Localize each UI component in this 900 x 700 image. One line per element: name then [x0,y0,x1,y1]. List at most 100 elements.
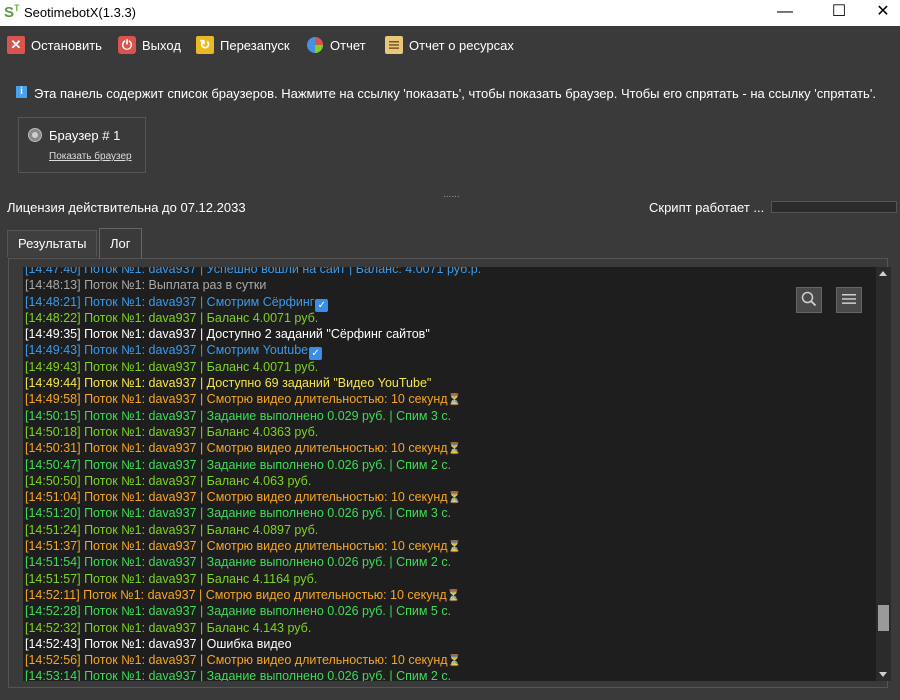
log-line: [14:48:13] Поток №1: Выплата раз в сутки [25,277,865,293]
log-line: [14:48:22] Поток №1: dava937 | Баланс 4.… [25,310,865,326]
exit-label: Выход [142,37,181,53]
power-icon: ⏻ [118,36,136,54]
log-line-text: [14:53:14] Поток №1: dava937 | Задание в… [25,669,452,681]
log-line-text: [14:52:32] Поток №1: dava937 | Баланс 4.… [25,620,312,635]
browser-icon [28,128,42,142]
splitter-handle[interactable]: ...... [443,189,460,200]
log-line-text: [14:48:21] Поток №1: dava937 | Смотрим С… [25,294,315,309]
log-line: [14:51:54] Поток №1: dava937 | Задание в… [25,554,865,570]
hourglass-icon: ⏳ [447,394,462,407]
log-line-text: [14:52:43] Поток №1: dava937 | Ошибка ви… [25,636,292,651]
stop-label: Остановить [31,37,102,53]
browser-card: Браузер # 1 Показать браузер [18,117,146,173]
log-area[interactable]: [14:47:40] Поток №1: dava937 | Успешно в… [23,267,876,681]
log-line: [14:49:58] Поток №1: dava937 | Смотрю ви… [25,391,865,407]
log-line: [14:51:24] Поток №1: dava937 | Баланс 4.… [25,522,865,538]
scroll-down-arrow-icon[interactable] [879,672,887,677]
script-status: Скрипт работает ... [649,200,765,215]
log-line-text: [14:50:15] Поток №1: dava937 | Задание в… [25,408,452,423]
log-line: [14:52:32] Поток №1: dava937 | Баланс 4.… [25,620,865,636]
log-line: [14:53:14] Поток №1: dava937 | Задание в… [25,668,865,681]
tab-bar: Результаты Лог [0,228,900,259]
log-line: [14:52:56] Поток №1: dava937 | Смотрю ви… [25,652,865,668]
show-browser-link[interactable]: Показать браузер [49,151,132,162]
log-line: [14:52:43] Поток №1: dava937 | Ошибка ви… [25,636,865,652]
log-line-text: [14:51:20] Поток №1: dava937 | Задание в… [25,506,452,521]
log-line-text: [14:51:37] Поток №1: dava937 | Смотрю ви… [25,539,448,554]
exit-button[interactable]: ⏻ Выход [118,34,181,56]
hourglass-icon: ⏳ [447,443,462,456]
log-line-text: [14:48:13] Поток №1: Выплата раз в сутки [25,278,267,293]
log-panel: [14:47:40] Поток №1: dava937 | Успешно в… [8,258,891,688]
log-line-text: [14:49:44] Поток №1: dava937 | Доступно … [25,376,432,391]
log-line-text: [14:49:43] Поток №1: dava937 | Смотрим Y… [25,343,309,358]
log-lines: [14:47:40] Поток №1: dava937 | Успешно в… [25,267,865,681]
info-icon: i [16,85,27,98]
pie-chart-icon [306,36,324,54]
log-line: [14:49:35] Поток №1: dava937 | Доступно … [25,326,865,342]
list-icon [385,36,403,54]
search-button[interactable] [796,287,822,313]
report-label: Отчет [330,37,366,53]
log-line: [14:49:43] Поток №1: dava937 | Смотрим Y… [25,342,865,361]
close-button[interactable]: ✕ [860,0,900,26]
log-line-text: [14:50:47] Поток №1: dava937 | Задание в… [25,457,452,472]
log-line-text: [14:49:43] Поток №1: dava937 | Баланс 4.… [25,359,319,374]
log-line: [14:50:47] Поток №1: dava937 | Задание в… [25,457,865,473]
app-icon: ST [4,3,20,21]
hourglass-icon: ⏳ [446,589,461,602]
resource-report-button[interactable]: Отчет о ресурсах [385,34,514,56]
window-title: SeotimebotX(1.3.3) [24,5,137,20]
title-bar: ST SeotimebotX(1.3.3) — ☐ ✕ [0,0,900,26]
log-line: [14:48:21] Поток №1: dava937 | Смотрим С… [25,294,865,312]
report-button[interactable]: Отчет [306,34,366,56]
minimize-button[interactable]: — [762,0,808,26]
log-line: [14:50:18] Поток №1: dava937 | Баланс 4.… [25,424,865,440]
restart-label: Перезапуск [220,37,290,53]
log-line-text: [14:52:56] Поток №1: dava937 | Смотрю ви… [25,653,448,668]
menu-button[interactable] [836,287,862,313]
browser-title: Браузер # 1 [49,128,121,143]
log-line-text: [14:49:35] Поток №1: dava937 | Доступно … [25,327,430,342]
menu-icon [842,293,856,308]
log-line-text: [14:50:50] Поток №1: dava937 | Баланс 4.… [25,473,312,488]
tab-results[interactable]: Результаты [7,230,98,257]
log-scrollbar[interactable] [876,267,891,681]
log-line: [14:50:31] Поток №1: dava937 | Смотрю ви… [25,440,865,456]
log-line: [14:49:43] Поток №1: dava937 | Баланс 4.… [25,359,865,375]
hourglass-icon: ⏳ [447,541,462,554]
stop-button[interactable]: ✕ Остановить [7,34,102,56]
log-line-text: [14:48:22] Поток №1: dava937 | Баланс 4.… [25,310,319,325]
resource-report-label: Отчет о ресурсах [409,37,514,53]
log-line: [14:50:50] Поток №1: dava937 | Баланс 4.… [25,473,865,489]
script-progress-bar [771,201,897,213]
log-line-text: [14:47:40] Поток №1: dava937 | Успешно в… [25,267,482,276]
log-line: [14:50:15] Поток №1: dava937 | Задание в… [25,408,865,424]
info-message: i Эта панель содержит список браузеров. … [16,85,876,101]
log-line: [14:52:11] Поток №1: dava937 | Смотрю ви… [25,587,865,603]
tab-log[interactable]: Лог [99,228,142,259]
log-line-text: [14:52:28] Поток №1: dava937 | Задание в… [25,604,452,619]
hourglass-icon: ⏳ [447,492,462,505]
log-line: [14:51:37] Поток №1: dava937 | Смотрю ви… [25,538,865,554]
log-line-text: [14:51:24] Поток №1: dava937 | Баланс 4.… [25,522,319,537]
scrollbar-thumb[interactable] [878,605,889,631]
log-line-text: [14:51:04] Поток №1: dava937 | Смотрю ви… [25,490,448,505]
maximize-button[interactable]: ☐ [816,0,862,26]
log-line: [14:51:04] Поток №1: dava937 | Смотрю ви… [25,489,865,505]
search-icon [801,291,817,310]
restart-button[interactable]: ↻ Перезапуск [196,34,290,56]
info-text: Эта панель содержит список браузеров. На… [34,86,876,101]
log-line: [14:49:44] Поток №1: dava937 | Доступно … [25,375,865,391]
log-line: [14:52:28] Поток №1: dava937 | Задание в… [25,603,865,619]
log-line-text: [14:50:31] Поток №1: dava937 | Смотрю ви… [25,441,448,456]
log-line: [14:51:57] Поток №1: dava937 | Баланс 4.… [25,571,865,587]
log-line-text: [14:51:54] Поток №1: dava937 | Задание в… [25,555,452,570]
log-line-text: [14:51:57] Поток №1: dava937 | Баланс 4.… [25,571,318,586]
refresh-icon: ↻ [196,36,214,54]
log-line-text: [14:50:18] Поток №1: dava937 | Баланс 4.… [25,424,319,439]
toolbar: ✕ Остановить ⏻ Выход ↻ Перезапуск Отчет … [0,26,900,64]
license-status: Лицензия действительна до 07.12.2033 [7,200,246,215]
scroll-up-arrow-icon[interactable] [879,271,887,276]
stop-icon: ✕ [7,36,25,54]
